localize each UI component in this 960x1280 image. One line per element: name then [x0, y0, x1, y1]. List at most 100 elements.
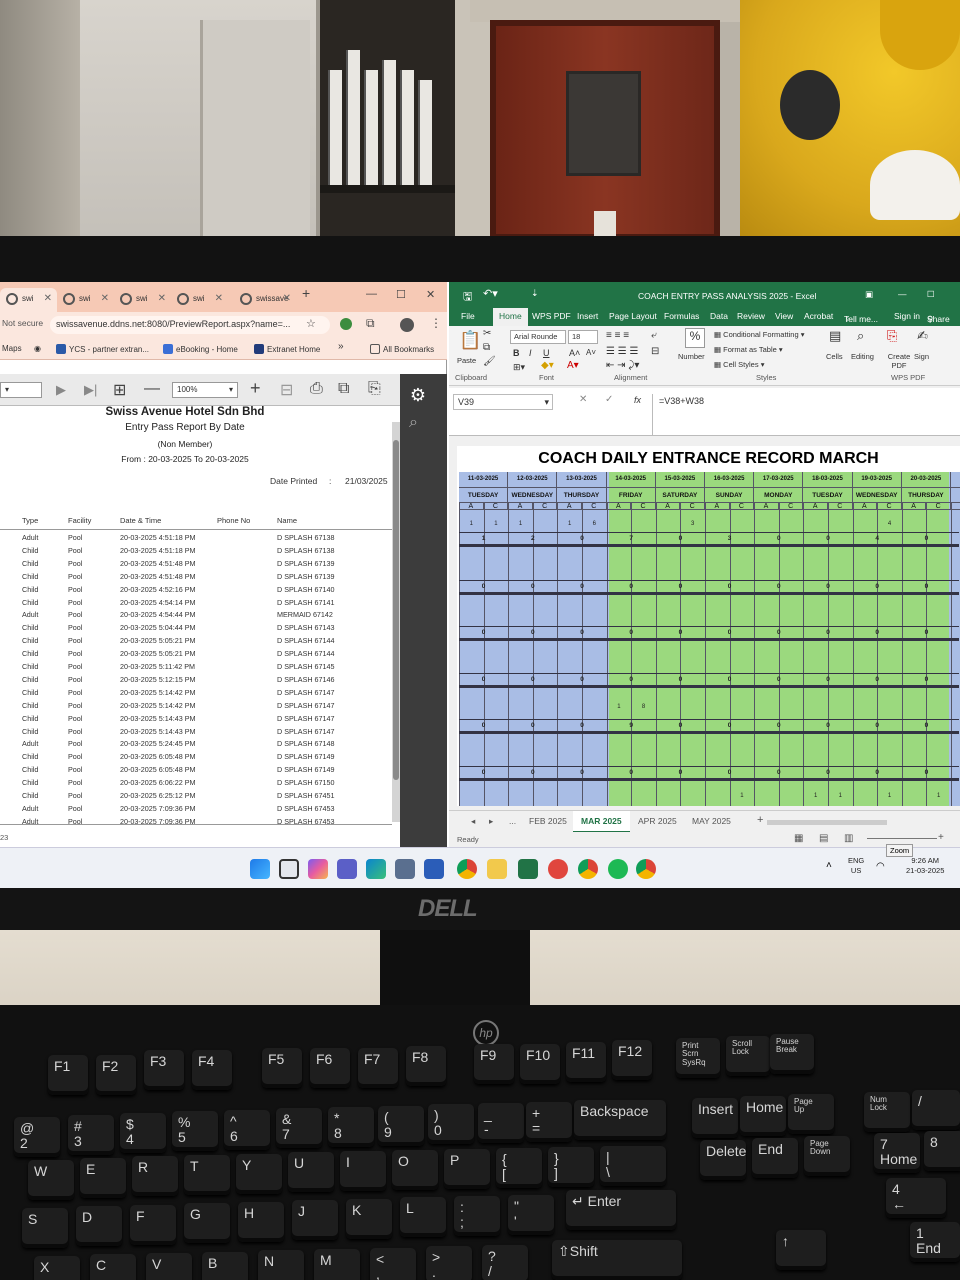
create-pdf-label[interactable]: Create PDF — [884, 352, 914, 370]
key-f5[interactable]: F5 — [262, 1048, 302, 1088]
menu-view[interactable]: View — [775, 311, 793, 321]
ribbon-options-icon[interactable]: ▣ — [865, 289, 873, 300]
undo-icon[interactable]: ↶▾ — [483, 287, 498, 300]
key-m[interactable]: M — [314, 1249, 360, 1280]
key-n0[interactable]: ) 0 — [428, 1104, 474, 1144]
star-icon[interactable]: ☆ — [306, 317, 316, 330]
page-break-icon[interactable]: ▥ — [844, 833, 853, 844]
scrollbar-thumb[interactable] — [393, 440, 399, 780]
next-sheet-icon[interactable]: ▸ — [489, 816, 493, 827]
normal-view-icon[interactable]: ▦ — [794, 833, 803, 844]
chrome-icon[interactable] — [636, 859, 656, 879]
key-n6[interactable]: ^ 6 — [224, 1110, 270, 1150]
task-view-icon[interactable] — [279, 859, 299, 879]
customize-icon[interactable]: ⇣ — [531, 288, 539, 299]
export-icon[interactable]: ⧉ — [338, 380, 349, 398]
avatar[interactable] — [400, 318, 414, 332]
key-period[interactable]: > . — [426, 1246, 472, 1280]
key-pagedown[interactable]: Page Down — [804, 1136, 850, 1176]
key-s[interactable]: S — [22, 1208, 68, 1248]
url-input[interactable]: swissavenue.ddns.net:8080/PreviewReport.… — [50, 316, 330, 334]
clock[interactable]: 9:26 AM 21-03-2025 — [906, 856, 944, 876]
prev-sheet-icon[interactable]: ◂ — [471, 816, 475, 827]
browser-tab[interactable]: swi ✕ — [57, 288, 114, 312]
key-f[interactable]: F — [130, 1205, 176, 1245]
cut-icon[interactable]: ✂ — [483, 328, 491, 339]
key-slash[interactable]: / — [912, 1090, 960, 1130]
key-n3[interactable]: # 3 — [68, 1115, 114, 1155]
format-as-table[interactable]: ▦ Format as Table ▾ — [714, 345, 783, 354]
font-name-select[interactable]: Arial Rounde — [510, 330, 566, 344]
key-equal[interactable]: + = — [526, 1102, 572, 1142]
menu-file[interactable]: File — [461, 311, 475, 321]
key-k[interactable]: K — [346, 1199, 392, 1239]
add-sheet-icon[interactable]: + — [757, 814, 763, 826]
close-icon[interactable]: ✕ — [101, 293, 109, 304]
key-numlock[interactable]: Num Lock — [864, 1092, 910, 1132]
align-top-icon[interactable]: ≡ ≡ ≡ — [606, 330, 629, 341]
key-rbracket[interactable]: } ] — [548, 1147, 594, 1187]
bold-icon[interactable]: B — [513, 348, 520, 358]
font-color-icon[interactable]: A▾ — [567, 360, 579, 371]
formula-input[interactable]: =V38+W38 — [652, 394, 957, 436]
key-c[interactable]: C — [90, 1254, 136, 1280]
key-n9[interactable]: ( 9 — [378, 1106, 424, 1146]
minimize-icon[interactable]: — — [366, 288, 377, 300]
number-label[interactable]: Number — [678, 352, 705, 361]
menu-wps-pdf[interactable]: WPS PDF — [532, 311, 571, 321]
key-f11[interactable]: F11 — [566, 1042, 606, 1082]
key-r[interactable]: R — [132, 1156, 178, 1196]
align-left-icon[interactable]: ☰ ☰ ☰ — [606, 346, 638, 357]
key-home[interactable]: Home — [740, 1096, 786, 1136]
more-bookmarks-icon[interactable]: » — [338, 341, 344, 352]
word-icon[interactable] — [424, 859, 444, 879]
paste-icon[interactable]: 📋 — [459, 330, 481, 351]
report-scrollbar[interactable] — [392, 422, 400, 822]
key-x[interactable]: X — [34, 1256, 80, 1280]
name-box[interactable]: V39 ▾ — [453, 394, 553, 410]
key-f4[interactable]: F4 — [192, 1050, 232, 1090]
key-d[interactable]: D — [76, 1206, 122, 1246]
key-up[interactable]: ↑ — [776, 1230, 826, 1270]
save-icon[interactable]: ⎘ — [368, 380, 381, 398]
minimize-icon[interactable]: — — [898, 289, 907, 299]
copilot-icon[interactable] — [308, 859, 328, 879]
close-icon[interactable]: ✕ — [44, 293, 52, 304]
next-page-icon[interactable]: ▶ — [56, 382, 66, 398]
bookmark-ebooking[interactable]: eBooking - Home — [163, 344, 238, 354]
zoom-select[interactable]: 100% ▾ — [172, 382, 238, 398]
wrap-text-icon[interactable]: ⤶ — [651, 330, 657, 341]
extension-icon[interactable] — [340, 318, 352, 330]
zoom-in-icon[interactable]: + — [938, 832, 944, 843]
key-n4[interactable]: $ 4 — [120, 1113, 166, 1153]
sign-in[interactable]: Sign in — [894, 311, 920, 321]
key-y[interactable]: Y — [236, 1154, 282, 1194]
browser-tab[interactable]: swissave ✕ — [234, 288, 296, 312]
sheet-more[interactable]: ... — [509, 816, 516, 826]
close-icon[interactable]: ✕ — [215, 293, 223, 304]
merge-icon[interactable]: ⊟ — [651, 346, 659, 357]
key-h[interactable]: H — [238, 1202, 284, 1242]
zoom-out-icon[interactable]: — — [144, 380, 160, 398]
key-i[interactable]: I — [340, 1151, 386, 1191]
key-n8[interactable]: * 8 — [328, 1107, 374, 1147]
key-insert[interactable]: Insert — [692, 1098, 738, 1138]
browser-tab[interactable]: swi ✕ — [114, 288, 171, 312]
menu-page-layout[interactable]: Page Layout — [609, 311, 657, 321]
enter-icon[interactable]: ✓ — [605, 394, 613, 405]
key-n7[interactable]: & 7 — [276, 1108, 322, 1148]
sheet-tab-mar[interactable]: MAR 2025 — [573, 811, 630, 833]
key-n2[interactable]: @ 2 — [14, 1117, 60, 1157]
key-l[interactable]: L — [400, 1197, 446, 1237]
globe-icon[interactable]: ◉ — [34, 344, 41, 353]
copy-icon[interactable]: ⧉ — [483, 342, 490, 353]
key-w[interactable]: W — [28, 1160, 74, 1200]
key-enter[interactable]: ↵ Enter — [566, 1190, 676, 1230]
editing-label[interactable]: Editing — [851, 352, 874, 361]
key-pageup[interactable]: Page Up — [788, 1094, 834, 1134]
zoom-slider[interactable] — [867, 838, 937, 839]
menu-review[interactable]: Review — [737, 311, 765, 321]
cells-label[interactable]: Cells — [826, 352, 843, 361]
indent-icon[interactable]: ⇤ ⇥ ⤸▾ — [606, 360, 639, 371]
fx-icon[interactable]: fx — [634, 395, 641, 405]
